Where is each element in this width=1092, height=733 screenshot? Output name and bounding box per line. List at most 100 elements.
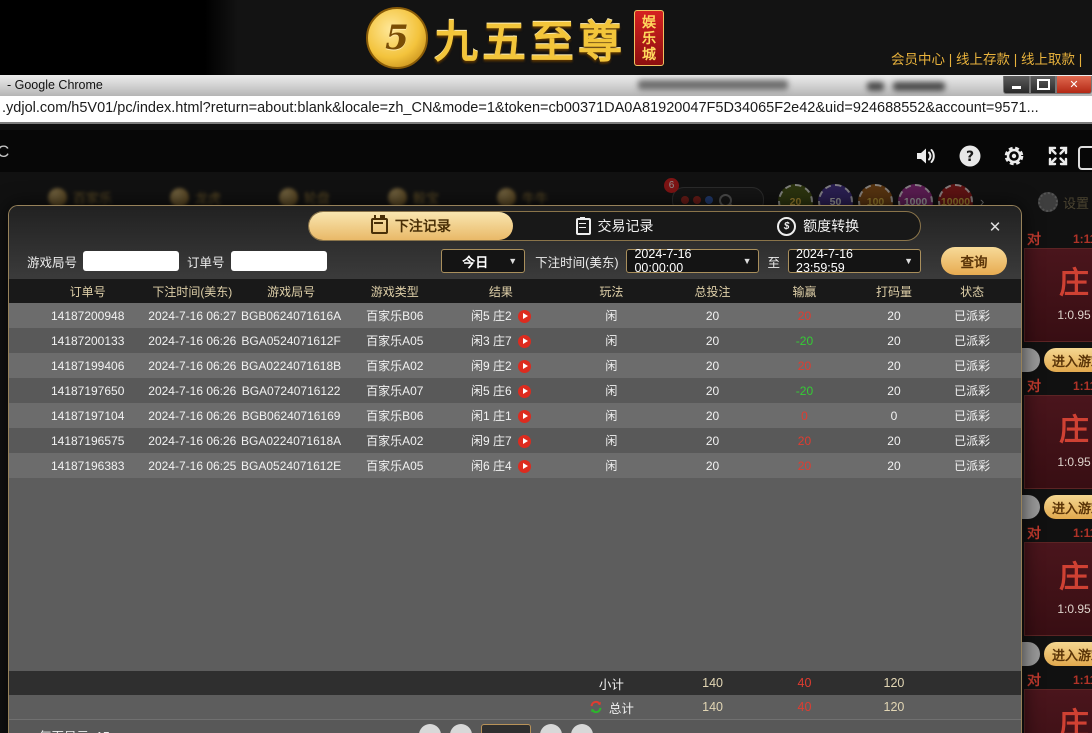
- total-bet: 140: [667, 700, 759, 714]
- modal-body: 141872009482024-7-16 06:27BGB0624071616A…: [9, 303, 1021, 733]
- winloss-cell: 20: [759, 359, 851, 373]
- site-logo: 5 九五至尊 娱乐城: [366, 2, 664, 74]
- game-card: 对 1:11 庄1:0.95 进入游戏: [1024, 230, 1092, 372]
- maximize-icon: [1037, 79, 1050, 90]
- winloss-cell: 20: [759, 309, 851, 323]
- replay-play-button[interactable]: [518, 410, 531, 423]
- logo-coin-number: 5: [385, 18, 409, 58]
- table-row: 141872001332024-7-16 06:26BGA0524071612F…: [9, 328, 1021, 353]
- link-member-center[interactable]: 会员中心: [891, 52, 956, 67]
- link-withdraw[interactable]: 线上取款: [1021, 52, 1086, 67]
- header-dark-panel: [0, 0, 238, 75]
- logo-coin-icon: 5: [366, 7, 428, 69]
- partial-window-icon[interactable]: [1078, 146, 1092, 170]
- minimize-icon: [1012, 86, 1021, 89]
- pair-odds: 1:11: [1073, 526, 1092, 540]
- site-header: 5 九五至尊 娱乐城 会员中心线上存款线上取款: [0, 0, 1092, 75]
- last-page-button[interactable]: [571, 724, 593, 733]
- pair-bet-label[interactable]: 对: [1027, 229, 1041, 249]
- calendar-icon: [371, 218, 388, 234]
- result-text: 闲1 庄1: [471, 409, 512, 423]
- window-minimize-button[interactable]: [1003, 76, 1030, 94]
- pagination-controls: [419, 724, 593, 733]
- winloss-cell: -20: [759, 384, 851, 398]
- game-round-label: 游戏局号: [27, 252, 77, 271]
- replay-play-button[interactable]: [518, 360, 531, 373]
- game-card: 对1:11 庄1:0.95 进入游戏: [1024, 671, 1092, 733]
- subtotal-bet: 140: [667, 676, 759, 690]
- date-to-select[interactable]: 2024-7-16 23:59:59: [788, 249, 921, 273]
- banker-bet-area[interactable]: 庄1:0.95: [1024, 248, 1092, 342]
- page-size-label: 每页显示: 15: [39, 726, 110, 733]
- order-no-input[interactable]: [231, 251, 327, 271]
- replay-play-button[interactable]: [518, 435, 531, 448]
- search-button[interactable]: 查询: [941, 247, 1007, 275]
- game-round-input[interactable]: [83, 251, 179, 271]
- redacted-text: [893, 82, 945, 91]
- subtotal-label: 小计: [556, 674, 667, 693]
- result-text: 闲3 庄7: [471, 334, 512, 348]
- pair-odds: 1:11: [1073, 379, 1092, 393]
- prev-page-button[interactable]: [450, 724, 472, 733]
- pair-odds: 1:11: [1073, 232, 1092, 246]
- page-number-box[interactable]: [481, 724, 531, 733]
- next-page-button[interactable]: [540, 724, 562, 733]
- replay-play-button[interactable]: [518, 460, 531, 473]
- pair-bet-label[interactable]: 对: [1027, 670, 1041, 690]
- result-cell: 闲9 庄2: [446, 357, 557, 374]
- redacted-text: [638, 80, 788, 90]
- table-row: 141871994062024-7-16 06:26BGA0224071618B…: [9, 353, 1021, 378]
- table-row: 141871976502024-7-16 06:26BGA07240716122…: [9, 378, 1021, 403]
- order-no-label: 订单号: [187, 252, 225, 271]
- side-game-cards: 对 1:11 庄1:0.95 进入游戏 对 1:11 庄1:0.95 进入游戏 对 1…: [1024, 172, 1092, 733]
- window-maximize-button[interactable]: [1030, 76, 1056, 94]
- modal-tabbar: 下注记录 交易记录 额度转换: [308, 211, 921, 241]
- window-title: - Google Chrome: [7, 78, 103, 92]
- table-header: 订单号 下注时间(美东) 游戏局号 游戏类型 结果 玩法 总投注 输赢 打码量 …: [9, 279, 1021, 303]
- fullscreen-icon[interactable]: [1046, 144, 1070, 168]
- game-card: 对 1:11 庄1:0.95 进入游戏: [1024, 524, 1092, 666]
- pagination-bar: 每页显示: 15: [9, 719, 1021, 733]
- replay-play-button[interactable]: [518, 385, 531, 398]
- subtotal-row: 小计 140 40 120: [9, 671, 1021, 695]
- enter-game-button[interactable]: 进入游戏: [1044, 495, 1092, 519]
- banker-bet-area[interactable]: 庄1:0.95: [1024, 689, 1092, 733]
- total-row: 总计 140 40 120: [9, 695, 1021, 719]
- result-cell: 闲9 庄7: [446, 432, 557, 449]
- bet-time-label: 下注时间(美东): [535, 252, 618, 271]
- result-cell: 闲3 庄7: [446, 332, 557, 349]
- tab-bet-records[interactable]: 下注记录: [309, 212, 513, 240]
- filter-bar: 游戏局号 订单号 今日 下注时间(美东) 2024-7-16 00:00:00 …: [27, 248, 1007, 274]
- enter-game-button[interactable]: 进入游戏: [1044, 348, 1092, 372]
- link-deposit[interactable]: 线上存款: [956, 52, 1021, 67]
- banker-bet-area[interactable]: 庄1:0.95: [1024, 542, 1092, 636]
- date-from-select[interactable]: 2024-7-16 00:00:00: [626, 249, 759, 273]
- coin-transfer-icon: [777, 217, 796, 236]
- enter-game-button[interactable]: 进入游戏: [1044, 642, 1092, 666]
- total-winloss: 40: [759, 700, 851, 714]
- close-icon[interactable]: [985, 217, 1005, 237]
- volume-icon[interactable]: [914, 144, 938, 168]
- help-icon[interactable]: ?: [958, 144, 982, 168]
- pair-bet-label[interactable]: 对: [1027, 523, 1041, 543]
- pair-bet-label[interactable]: 对: [1027, 376, 1041, 396]
- result-text: 闲5 庄2: [471, 309, 512, 323]
- result-text: 闲6 庄4: [471, 459, 512, 473]
- refresh-icon[interactable]: [589, 700, 603, 714]
- result-cell: 闲1 庄1: [446, 407, 557, 424]
- first-page-button[interactable]: [419, 724, 441, 733]
- settings-gear-icon[interactable]: [1002, 144, 1026, 168]
- replay-play-button[interactable]: [518, 310, 531, 323]
- banker-bet-area[interactable]: 庄1:0.95: [1024, 395, 1092, 489]
- game-card: 对 1:11 庄1:0.95 进入游戏: [1024, 377, 1092, 519]
- window-close-button[interactable]: [1056, 76, 1092, 94]
- winloss-cell: -20: [759, 334, 851, 348]
- replay-play-button[interactable]: [518, 335, 531, 348]
- quick-range-select[interactable]: 今日: [441, 249, 525, 273]
- address-bar[interactable]: .ydjol.com/h5V01/pc/index.html?return=ab…: [0, 96, 1092, 124]
- tab-transaction-records[interactable]: 交易记录: [513, 212, 717, 240]
- subtotal-rolling: 120: [850, 676, 937, 690]
- toolbar-icons: ?: [914, 144, 1070, 168]
- tab-quota-transfer[interactable]: 额度转换: [716, 212, 920, 240]
- result-cell: 闲6 庄4: [446, 457, 557, 474]
